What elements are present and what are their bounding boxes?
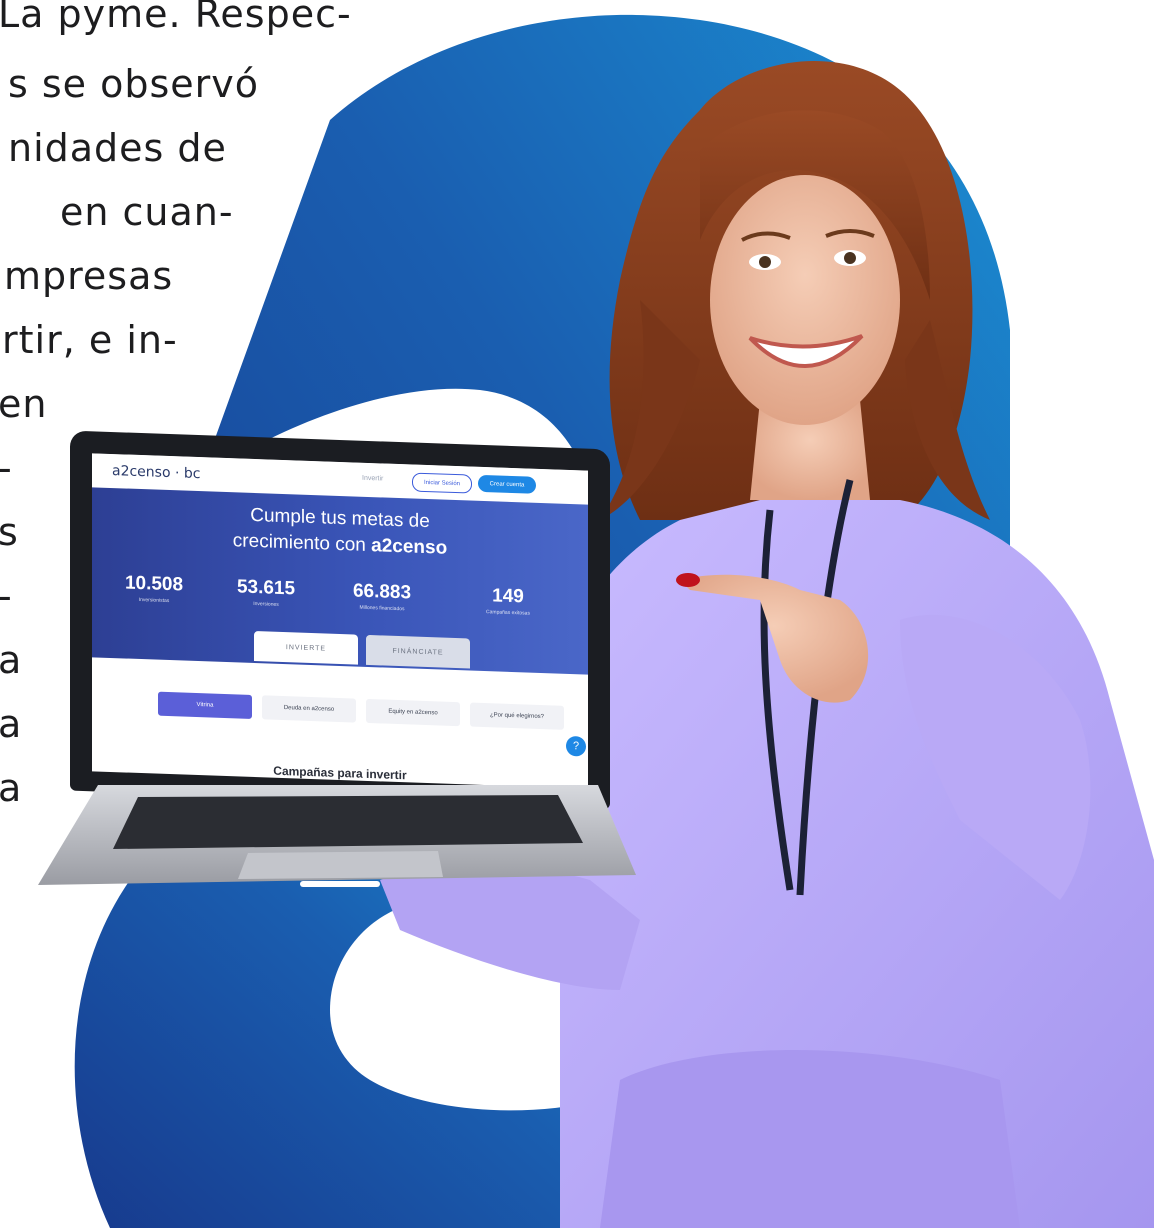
- stat-millions-financed: 66.883 Millones financiados: [332, 580, 432, 613]
- laptop-screen: a2censo · bc Invertir Iniciar Sesión Cre…: [92, 453, 588, 789]
- stat-label: Inversionistas: [138, 596, 170, 605]
- pill-equity[interactable]: Equity en a2censo: [366, 698, 460, 727]
- site-logo[interactable]: a2censo · bc: [112, 463, 200, 482]
- hero-banner: Cumple tus metas de crecimiento con a2ce…: [92, 487, 588, 675]
- pill-showcase[interactable]: Vitrina: [158, 691, 252, 719]
- stat-label: Campañas exitosas: [486, 609, 530, 617]
- pill-debt[interactable]: Deuda en a2censo: [262, 695, 356, 723]
- hero-title: Cumple tus metas de crecimiento con a2ce…: [92, 497, 588, 566]
- page: La pyme. Respec- s se observó nidades de…: [0, 0, 1154, 1228]
- tab-finance[interactable]: FINÁNCIATE: [366, 634, 470, 669]
- stat-value: 53.615: [236, 576, 296, 600]
- hero-title-brand: a2censo: [371, 535, 448, 559]
- tab-invest[interactable]: INVIERTE: [254, 630, 358, 665]
- stat-value: 149: [492, 585, 524, 608]
- login-button[interactable]: Iniciar Sesión: [412, 472, 472, 494]
- nav-link-invest[interactable]: Invertir: [362, 475, 383, 483]
- signup-button[interactable]: Crear cuenta: [478, 474, 536, 494]
- stat-value: 10.508: [124, 572, 184, 596]
- stat-successful-campaigns: 149 Campañas exitosas: [458, 584, 558, 617]
- pill-why-us[interactable]: ¿Por qué elegirnos?: [470, 702, 564, 730]
- stat-investors: 10.508 Inversionistas: [104, 572, 204, 605]
- stat-label: Millones financiados: [359, 604, 405, 613]
- hero-title-prefix: crecimiento con: [232, 530, 372, 557]
- tab-invest-label: INVIERTE: [285, 643, 327, 653]
- laptop-keyboard-base: [38, 785, 636, 887]
- stat-investments: 53.615 Inversiones: [216, 576, 316, 609]
- stat-value: 66.883: [352, 580, 412, 604]
- laptop: a2censo · bc Invertir Iniciar Sesión Cre…: [38, 430, 638, 910]
- stat-label: Inversiones: [253, 600, 279, 608]
- tab-finance-label: FINÁNCIATE: [392, 647, 444, 657]
- help-icon[interactable]: ?: [566, 735, 586, 757]
